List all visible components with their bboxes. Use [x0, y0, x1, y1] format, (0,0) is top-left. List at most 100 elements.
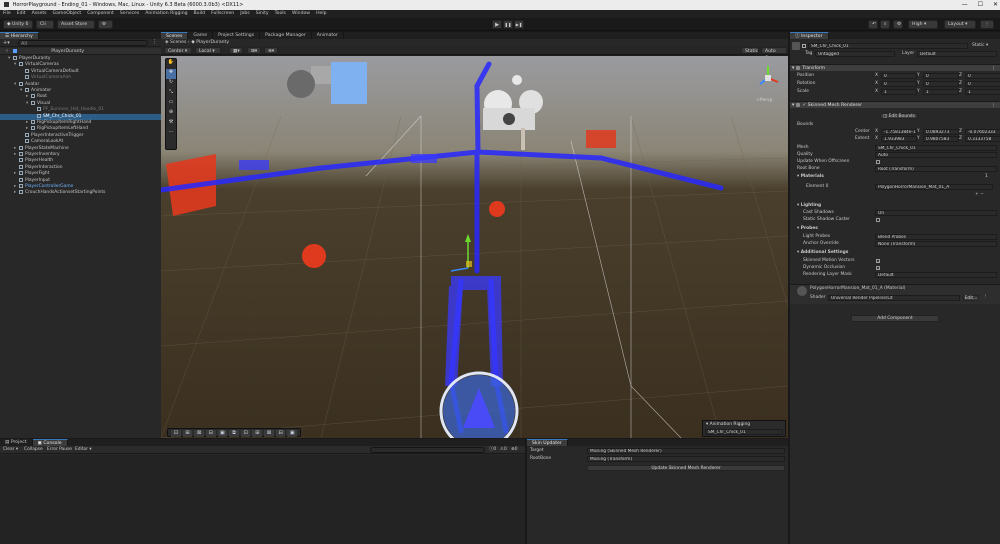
rigging-tool-icon[interactable]: ▣: [287, 430, 298, 437]
light-probes-dropdown[interactable]: Blend Probes: [875, 234, 997, 240]
dynamic-occlusion-checkbox[interactable]: ✓: [876, 266, 880, 271]
transform-scale-y-field[interactable]: 1: [923, 89, 959, 95]
custom-tool-icon[interactable]: ⚒: [166, 119, 176, 129]
center-x-field[interactable]: -1.7581384e-10: [881, 129, 917, 135]
element-0-field[interactable]: PolygonHorrorMansion_Mat_01_A: [875, 184, 993, 190]
hierarchy-item[interactable]: PlayerInteractiveTrigger: [0, 132, 161, 139]
plugin-button[interactable]: ⚙: [98, 20, 113, 29]
account-button[interactable]: ◆ Unity 6: [3, 20, 33, 29]
transform-header[interactable]: ▾ Transform ⋮: [790, 64, 1000, 71]
step-button[interactable]: ▶❚: [514, 20, 524, 29]
menu-item-help[interactable]: Help: [316, 10, 326, 18]
probes-section[interactable]: ▾ Probes: [797, 226, 818, 232]
pause-button[interactable]: ❚❚: [503, 20, 513, 29]
hierarchy-item[interactable]: ▸ PlayerFight: [0, 171, 161, 177]
static-shadow-checkbox[interactable]: [876, 218, 880, 222]
menu-item-jobs[interactable]: Jobs: [240, 10, 249, 18]
update-offscreen-checkbox[interactable]: [876, 160, 880, 164]
material-name[interactable]: PolygonHorrorMansion_Mat_01_A (Material): [810, 286, 905, 292]
menu-item-component[interactable]: Component: [87, 10, 114, 18]
extent-y-field[interactable]: 0.9807583: [923, 136, 959, 142]
menu-item-sinity[interactable]: Sinity: [256, 10, 269, 18]
rigging-tool-icon[interactable]: ⊟: [275, 430, 286, 437]
tab-scenes[interactable]: Scenes: [161, 32, 189, 39]
menu-item-gameobject[interactable]: GameObject: [53, 10, 82, 18]
materials-label[interactable]: ▾ Materials: [797, 174, 824, 180]
warning-count-icon[interactable]: ⚠0: [500, 446, 507, 454]
hierarchy-item[interactable]: PlayerInteraction: [0, 164, 161, 171]
menu-item-build[interactable]: Build: [194, 10, 206, 18]
transform-position-x-field[interactable]: 0: [881, 73, 917, 79]
menu-item-animation-rigging[interactable]: Animation Rigging: [145, 10, 187, 18]
space-dropdown[interactable]: Local ▾: [195, 47, 221, 54]
hierarchy-item[interactable]: ▾ VirtualCameras: [0, 62, 161, 68]
tab-animator[interactable]: Animator: [311, 32, 344, 39]
minimize-button[interactable]: —: [962, 0, 968, 10]
hierarchy-item[interactable]: VirtualCameraDefault: [0, 68, 161, 75]
search-icon[interactable]: ⌕: [880, 20, 890, 29]
tab-skin-updater[interactable]: Skin Updater: [527, 439, 568, 446]
tag-dropdown[interactable]: Untagged: [815, 51, 895, 57]
center-z-field[interactable]: -0.07602333: [965, 129, 1000, 135]
overlay-object-field[interactable]: SM_Chr_Chick_01: [705, 429, 783, 435]
grid-snap-icon[interactable]: ▦▾: [229, 47, 243, 54]
transform-rotation-y-field[interactable]: 0: [923, 81, 959, 87]
rigging-tool-icon[interactable]: ⊠: [194, 430, 204, 437]
transform-rotation-x-field[interactable]: 0: [881, 81, 917, 87]
increment-snap-icon[interactable]: ⊞▾: [247, 47, 261, 54]
quality-dropdown[interactable]: High ▾: [908, 20, 938, 29]
collapse-button[interactable]: Collapse: [24, 446, 43, 454]
hierarchy-item[interactable]: ▸ PlayerStateMachine: [0, 145, 161, 152]
mesh-field[interactable]: SM_Chr_Chick_01: [875, 145, 997, 151]
scale-tool-icon[interactable]: ⤡: [166, 89, 176, 99]
target-field[interactable]: Missing (Skinned Mesh Renderer): [587, 448, 785, 454]
skinned-mesh-renderer-header[interactable]: ▾ ✓ Skinned Mesh Renderer ⋮: [790, 101, 1000, 108]
rigging-tool-icon[interactable]: ⊞: [182, 430, 193, 437]
material-menu-icon[interactable]: ⋮: [983, 294, 987, 300]
move-tool-icon[interactable]: ✥: [166, 69, 176, 79]
cloud-button[interactable]: Cli: [36, 20, 54, 29]
tab-project[interactable]: ▤ Project: [0, 439, 33, 446]
menu-item-assets[interactable]: Assets: [32, 10, 47, 18]
prefab-header[interactable]: ‹ PlayerDuranty: [0, 48, 161, 55]
hierarchy-item[interactable]: VirtualCameraAim: [0, 75, 161, 81]
transform-scale-x-field[interactable]: 1: [881, 89, 917, 95]
static-toggle[interactable]: Static: [741, 47, 759, 54]
transform-position-z-field[interactable]: 0: [965, 73, 1000, 79]
settings-gear-icon[interactable]: ⚙: [893, 20, 903, 29]
tab-project-settings[interactable]: Project Settings: [213, 32, 261, 39]
add-component-button[interactable]: Add Component: [851, 315, 939, 322]
add-icon[interactable]: +▾: [3, 40, 10, 46]
hierarchy-item[interactable]: ▾ Animator: [0, 88, 161, 94]
hierarchy-item[interactable]: SM_Chr_Chick_01: [0, 113, 161, 120]
persp-label[interactable]: <Persp: [756, 97, 773, 103]
motion-vectors-checkbox[interactable]: ✓: [876, 259, 880, 264]
error-pause-button[interactable]: Error Pause: [47, 446, 72, 454]
hierarchy-search-input[interactable]: All: [18, 40, 148, 47]
tab-package-manager[interactable]: Package Manager: [260, 32, 312, 39]
hierarchy-item[interactable]: CameraLookAt: [0, 139, 161, 145]
back-arrow-icon[interactable]: ‹: [6, 48, 10, 54]
hierarchy-item[interactable]: ▸ Root: [0, 94, 161, 100]
menu-item-edit[interactable]: Edit: [17, 10, 26, 18]
menu-item-file[interactable]: File: [3, 10, 11, 18]
asset-store-button[interactable]: Asset Store: [57, 20, 95, 29]
layout-dropdown[interactable]: Layout ▾: [944, 20, 976, 29]
quality-dropdown[interactable]: Auto: [875, 152, 997, 158]
breadcrumb-scenes[interactable]: Scenes: [170, 40, 186, 45]
center-y-field[interactable]: 0.0893273: [923, 129, 959, 135]
hierarchy-item[interactable]: ▸ RigPickupItemLeftHand: [0, 126, 161, 132]
rect-tool-icon[interactable]: ▭: [166, 99, 176, 109]
extent-x-field[interactable]: 1.933983: [881, 136, 917, 142]
rendering-layer-mask-dropdown[interactable]: Default: [875, 272, 997, 278]
rigging-tool-icon[interactable]: ⊞: [252, 430, 263, 437]
edit-shader-button[interactable]: Edit...: [963, 295, 979, 301]
tab-inspector[interactable]: ⓘ Inspector: [790, 32, 829, 39]
transform-position-y-field[interactable]: 0: [923, 73, 959, 79]
rootbone-field[interactable]: Missing (Transform): [587, 456, 785, 462]
close-button[interactable]: ✕: [993, 0, 998, 10]
hierarchy-item[interactable]: ▾ Visual: [0, 100, 161, 107]
scene-viewport[interactable]: <Persp ✋ ✥ ↻ ⤡ ▭ ⊕ ⚒ ⋯ ⊡ ⊞ ⊠ ⊟ ▣ ⧉ ⊡ ⊞ ⊠ ⊟ ▣ ▾ Ani…: [161, 56, 788, 438]
gizmo-icon[interactable]: ⊕▾: [264, 47, 278, 54]
cast-shadows-dropdown[interactable]: On: [875, 210, 997, 216]
